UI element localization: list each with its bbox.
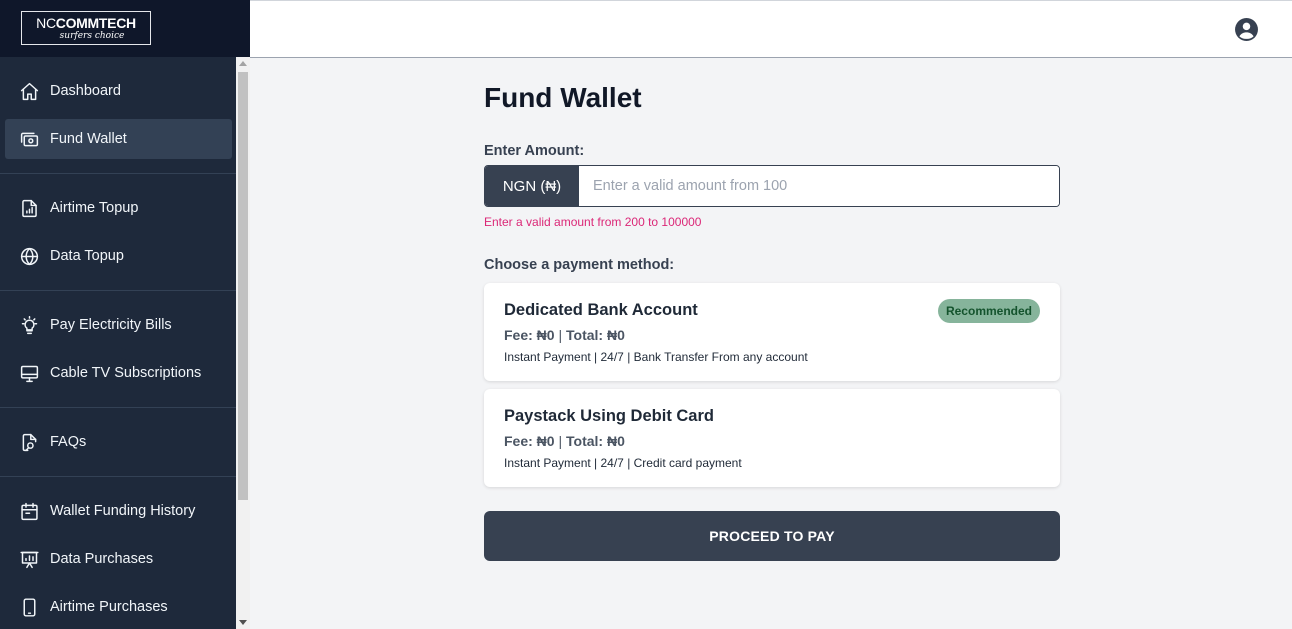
phone-signal-icon xyxy=(22,199,37,217)
scroll-up-arrow-icon[interactable] xyxy=(239,61,247,66)
amount-label: Enter Amount: xyxy=(484,143,585,159)
user-circle-icon[interactable] xyxy=(1234,17,1259,42)
sidebar-nav: Dashboard Fund Wallet Airtime Topup Data… xyxy=(0,57,236,629)
payment-method-label: Choose a payment method: xyxy=(484,257,675,273)
sidebar: NCCOMMTECH surfers choice Dashboard Fund… xyxy=(0,0,250,629)
sidebar-item-airtime-topup[interactable]: Airtime Topup xyxy=(5,188,232,228)
nav-group: Airtime Topup Data Topup xyxy=(0,174,236,291)
sidebar-item-label: FAQs xyxy=(50,434,87,450)
sidebar-item-fund-wallet[interactable]: Fund Wallet xyxy=(5,119,232,159)
sidebar-item-label: Airtime Purchases xyxy=(50,599,168,615)
sidebar-item-pay-electricity-bills[interactable]: Pay Electricity Bills xyxy=(5,305,232,345)
nav-group: Wallet Funding History Data Purchases Ai… xyxy=(0,477,236,629)
sidebar-item-label: Data Purchases xyxy=(50,551,154,567)
brand-logo[interactable]: NCCOMMTECH surfers choice xyxy=(21,11,151,45)
document-search-icon xyxy=(22,433,37,451)
scroll-down-arrow-icon[interactable] xyxy=(239,620,247,625)
sidebar-item-data-purchases[interactable]: Data Purchases xyxy=(5,539,232,579)
sidebar-item-wallet-funding-history[interactable]: Wallet Funding History xyxy=(5,491,232,531)
nav-group: FAQs xyxy=(0,408,236,477)
presentation-chart-icon xyxy=(20,551,39,568)
amount-input-group: NGN (₦) xyxy=(484,165,1060,207)
sidebar-item-dashboard[interactable]: Dashboard xyxy=(5,71,232,111)
nav-group: Dashboard Fund Wallet xyxy=(0,57,236,174)
sidebar-item-label: Data Topup xyxy=(50,248,124,264)
recommended-badge: Recommended xyxy=(937,299,1040,323)
phone-icon xyxy=(23,597,36,617)
sidebar-item-cable-tv-subscriptions[interactable]: Cable TV Subscriptions xyxy=(5,353,232,393)
payment-method-fee: Fee: ₦0 | Total: ₦0 xyxy=(504,433,625,449)
currency-addon: NGN (₦) xyxy=(485,166,579,206)
payment-method-fee: Fee: ₦0 | Total: ₦0 xyxy=(504,327,625,343)
page-title: Fund Wallet xyxy=(484,82,642,113)
sidebar-item-airtime-purchases[interactable]: Airtime Purchases xyxy=(5,587,232,627)
sidebar-scrollbar[interactable] xyxy=(236,57,250,629)
payment-method-title: Paystack Using Debit Card xyxy=(504,407,714,425)
sidebar-item-label: Wallet Funding History xyxy=(50,503,196,519)
sidebar-item-label: Pay Electricity Bills xyxy=(50,317,172,333)
amount-input[interactable] xyxy=(579,166,1059,206)
wallet-icon xyxy=(20,132,39,146)
top-header xyxy=(250,0,1292,58)
scrollbar-thumb[interactable] xyxy=(238,72,248,500)
nav-group: Pay Electricity Bills Cable TV Subscript… xyxy=(0,291,236,408)
monitor-icon xyxy=(20,365,39,382)
home-icon xyxy=(20,82,39,100)
logo-bar: NCCOMMTECH surfers choice xyxy=(0,0,250,57)
brand-name: NCCOMMTECH xyxy=(36,15,136,31)
payment-method-description: Instant Payment | 24/7 | Bank Transfer F… xyxy=(504,350,808,364)
calendar-icon xyxy=(21,502,38,520)
globe-icon xyxy=(20,247,39,265)
lightbulb-icon xyxy=(21,315,38,334)
sidebar-item-label: Cable TV Subscriptions xyxy=(50,365,202,381)
brand-tagline: surfers choice xyxy=(59,31,125,41)
sidebar-item-faqs[interactable]: FAQs xyxy=(5,422,232,462)
sidebar-item-data-topup[interactable]: Data Topup xyxy=(5,236,232,276)
sidebar-item-label: Fund Wallet xyxy=(50,131,127,147)
amount-error-text: Enter a valid amount from 200 to 100000 xyxy=(484,215,702,229)
payment-method-paystack[interactable]: Paystack Using Debit Card Fee: ₦0 | Tota… xyxy=(484,389,1060,487)
sidebar-item-label: Dashboard xyxy=(50,83,121,99)
payment-method-bank-account[interactable]: Dedicated Bank Account Fee: ₦0 | Total: … xyxy=(484,283,1060,381)
payment-method-description: Instant Payment | 24/7 | Credit card pay… xyxy=(504,456,742,470)
proceed-to-pay-button[interactable]: PROCEED TO PAY xyxy=(484,511,1060,561)
sidebar-item-label: Airtime Topup xyxy=(50,200,139,216)
